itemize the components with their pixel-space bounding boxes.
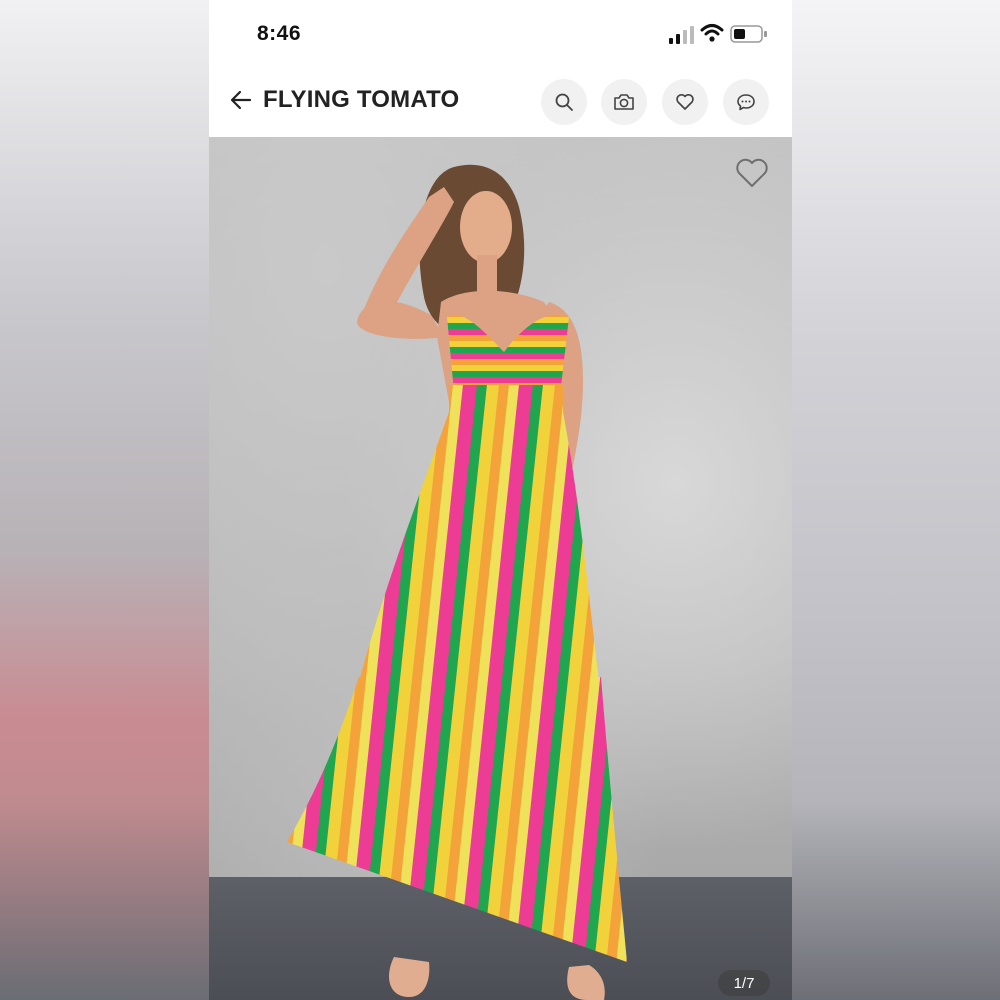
favorites-button[interactable]	[662, 79, 708, 125]
search-icon	[555, 93, 573, 111]
cellular-signal-icon	[669, 26, 694, 44]
model-in-striped-maxi-dress	[287, 164, 627, 1000]
blurred-backdrop-right	[792, 0, 1000, 1000]
product-image[interactable]: 1/7	[209, 137, 792, 1000]
camera-button[interactable]	[601, 79, 647, 125]
top-nav-bar: FLYING TOMATO	[209, 62, 792, 136]
image-counter: 1/7	[718, 970, 770, 996]
chat-icon	[737, 94, 755, 111]
chat-button[interactable]	[723, 79, 769, 125]
arrow-left-icon[interactable]	[229, 88, 253, 112]
heart-icon	[676, 93, 694, 110]
camera-icon	[614, 94, 634, 110]
search-button[interactable]	[541, 79, 587, 125]
phone-screen: 8:46 FLYING TOMATO 1/7	[209, 0, 792, 1000]
heart-outline-icon[interactable]	[735, 157, 769, 189]
status-time: 8:46	[257, 22, 302, 45]
battery-icon	[730, 25, 767, 43]
wifi-icon	[700, 24, 724, 42]
blurred-backdrop-left	[0, 0, 209, 1000]
store-title[interactable]: FLYING TOMATO	[263, 86, 459, 114]
status-bar: 8:46	[209, 0, 792, 62]
